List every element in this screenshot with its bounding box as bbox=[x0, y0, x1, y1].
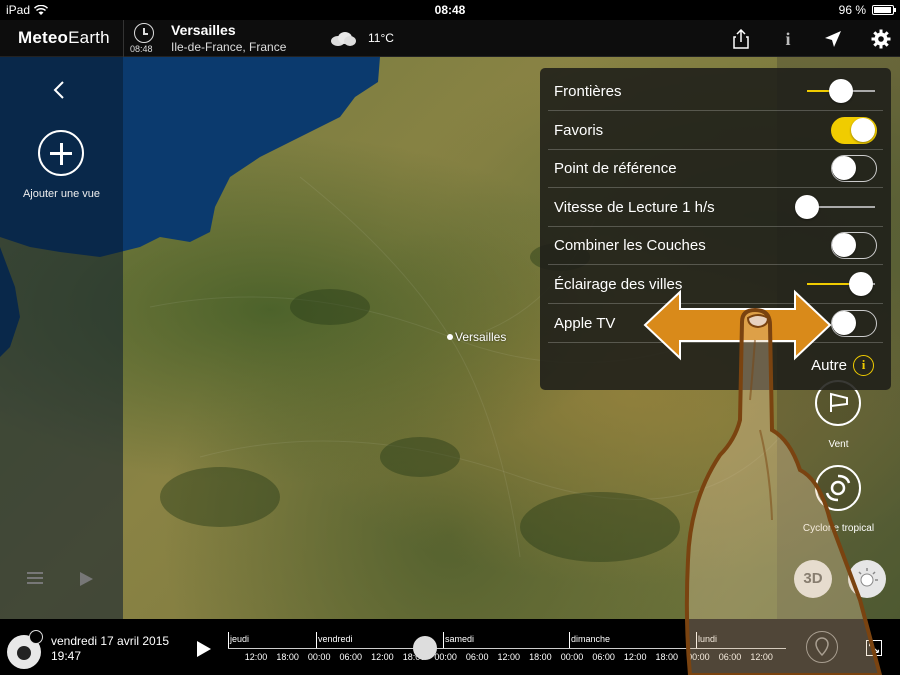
divider bbox=[123, 20, 124, 57]
settings-row-label: Vitesse de Lecture 1 h/s bbox=[554, 198, 715, 216]
autre-label[interactable]: Autre bbox=[811, 357, 847, 374]
settings-row-label: Combiner les Couches bbox=[554, 237, 706, 255]
top-bar: MeteoEarth 08:48 Versailles Ile-de-Franc… bbox=[0, 20, 900, 57]
timeline-hour-label: 18:00 bbox=[276, 652, 299, 662]
slider-knob[interactable] bbox=[795, 194, 819, 219]
timeline-hour-label: 18:00 bbox=[655, 652, 679, 662]
settings-panel: Frontières Favoris Point de référence Vites… bbox=[540, 68, 891, 390]
bottom-bar: vendredi 17 avril 2015 19:47 12:00 18:00 0… bbox=[0, 619, 900, 675]
settings-row[interactable]: Vitesse de Lecture 1 h/s bbox=[548, 188, 883, 227]
location-pin-button[interactable] bbox=[806, 631, 838, 663]
timeline-day-tick bbox=[569, 632, 570, 648]
toggle-knob bbox=[832, 310, 856, 335]
timeline-hour-label: 00:00 bbox=[307, 652, 331, 662]
temperature: 11°C bbox=[368, 31, 394, 45]
play-button[interactable] bbox=[197, 641, 211, 657]
city-marker-icon[interactable] bbox=[447, 334, 453, 340]
timeline-hour-label: 12:00 bbox=[497, 652, 521, 662]
timeline-track bbox=[228, 648, 786, 649]
daylight-button[interactable] bbox=[848, 560, 886, 598]
settings-toggle[interactable] bbox=[831, 116, 877, 144]
status-time: 08:48 bbox=[434, 3, 466, 17]
current-time: 19:47 bbox=[51, 649, 82, 663]
autre-info-icon[interactable]: i bbox=[853, 355, 874, 376]
cloud-icon bbox=[331, 32, 356, 46]
settings-toggle[interactable] bbox=[831, 155, 877, 183]
status-bar: iPad 08:48 96 % bbox=[0, 0, 900, 20]
settings-row-label: Apple TV bbox=[554, 314, 616, 332]
clock-time: 08:48 bbox=[130, 44, 153, 54]
cyclone-label: Cyclone tropical bbox=[802, 523, 875, 534]
fullscreen-icon[interactable] bbox=[866, 640, 882, 656]
slider-knob[interactable] bbox=[829, 79, 853, 103]
battery-percent: 96 % bbox=[838, 3, 866, 17]
settings-row-label: Point de référence bbox=[554, 160, 677, 178]
timeline-hour-label: 12:00 bbox=[623, 652, 647, 662]
calendar-icon[interactable] bbox=[29, 630, 43, 644]
timeline-day-label: samedi bbox=[445, 634, 475, 644]
toggle-knob bbox=[832, 156, 856, 181]
add-view-label: Ajouter une vue bbox=[22, 188, 101, 200]
timeline-hour-label: 12:00 bbox=[244, 652, 268, 662]
settings-row[interactable]: Favoris bbox=[548, 111, 883, 150]
city-label[interactable]: Versailles bbox=[455, 330, 506, 344]
play-small-icon[interactable] bbox=[80, 572, 93, 586]
slider-knob[interactable] bbox=[849, 272, 874, 296]
location-city[interactable]: Versailles bbox=[171, 22, 236, 38]
timeline-day-label: dimanche bbox=[571, 634, 611, 644]
settings-slider[interactable] bbox=[807, 79, 875, 103]
timeline-day-tick bbox=[443, 632, 444, 648]
add-view-button[interactable] bbox=[38, 130, 84, 176]
timeline-day-tick bbox=[228, 632, 229, 648]
toggle-knob bbox=[851, 117, 875, 142]
settings-row[interactable]: Combiner les Couches bbox=[548, 226, 883, 266]
settings-slider[interactable] bbox=[807, 272, 875, 296]
info-icon[interactable]: i bbox=[777, 28, 799, 50]
clock-icon[interactable] bbox=[134, 23, 154, 43]
list-icon[interactable] bbox=[27, 572, 43, 584]
settings-row[interactable]: Apple TV bbox=[548, 304, 883, 343]
toggle-knob bbox=[832, 233, 856, 258]
settings-row-label: Frontières bbox=[554, 83, 622, 100]
back-chevron-icon[interactable] bbox=[50, 80, 70, 100]
current-date: vendredi 17 avril 2015 bbox=[51, 634, 170, 648]
timeline-day-tick bbox=[696, 632, 697, 648]
share-icon[interactable] bbox=[730, 28, 752, 50]
timeline-day-label: jeudi bbox=[230, 634, 250, 644]
settings-row[interactable]: Frontières bbox=[548, 72, 883, 111]
timeline-hour-label: 00:00 bbox=[560, 652, 584, 662]
timeline-day-label: lundi bbox=[698, 634, 718, 644]
timeline-hour-label: 00:00 bbox=[687, 652, 710, 662]
timeline-hour-label: 06:00 bbox=[339, 652, 363, 662]
wind-label: Vent bbox=[828, 439, 849, 450]
sun-icon bbox=[858, 568, 878, 587]
location-arrow-icon[interactable] bbox=[822, 28, 844, 50]
cyclone-icon bbox=[825, 474, 851, 502]
timeline-day-label: vendredi bbox=[318, 634, 353, 644]
timeline-scrubber[interactable] bbox=[413, 636, 437, 660]
pin-icon bbox=[815, 637, 829, 657]
timeline-hour-label: 06:00 bbox=[592, 652, 615, 662]
3d-button[interactable]: 3D bbox=[794, 560, 832, 598]
gear-icon[interactable] bbox=[870, 28, 892, 50]
timeline[interactable]: 12:00 18:00 00:00 06:00 12:00 18:00 00:00 06:00… bbox=[228, 619, 788, 675]
app-logo: MeteoEarth bbox=[18, 28, 110, 47]
timeline-day-tick bbox=[316, 632, 317, 648]
timeline-hour-label: 18:00 bbox=[529, 652, 552, 662]
settings-toggle[interactable] bbox=[831, 309, 877, 337]
battery-icon bbox=[872, 5, 896, 15]
settings-slider[interactable] bbox=[795, 194, 875, 219]
timeline-hour-label: 12:00 bbox=[371, 652, 394, 662]
settings-row[interactable]: Point de référence bbox=[548, 149, 883, 189]
location-region[interactable]: Ile-de-France, France bbox=[171, 40, 286, 54]
settings-toggle[interactable] bbox=[831, 232, 877, 260]
timeline-hour-label: 06:00 bbox=[718, 652, 742, 662]
cyclone-layer-button[interactable] bbox=[815, 465, 861, 511]
settings-row[interactable]: Éclairage des villes bbox=[548, 265, 883, 304]
timeline-hour-label: 06:00 bbox=[465, 652, 489, 662]
timeline-hour-label: 12:00 bbox=[750, 652, 773, 662]
settings-row-label: Éclairage des villes bbox=[554, 276, 683, 293]
settings-row-label: Favoris bbox=[554, 121, 604, 139]
